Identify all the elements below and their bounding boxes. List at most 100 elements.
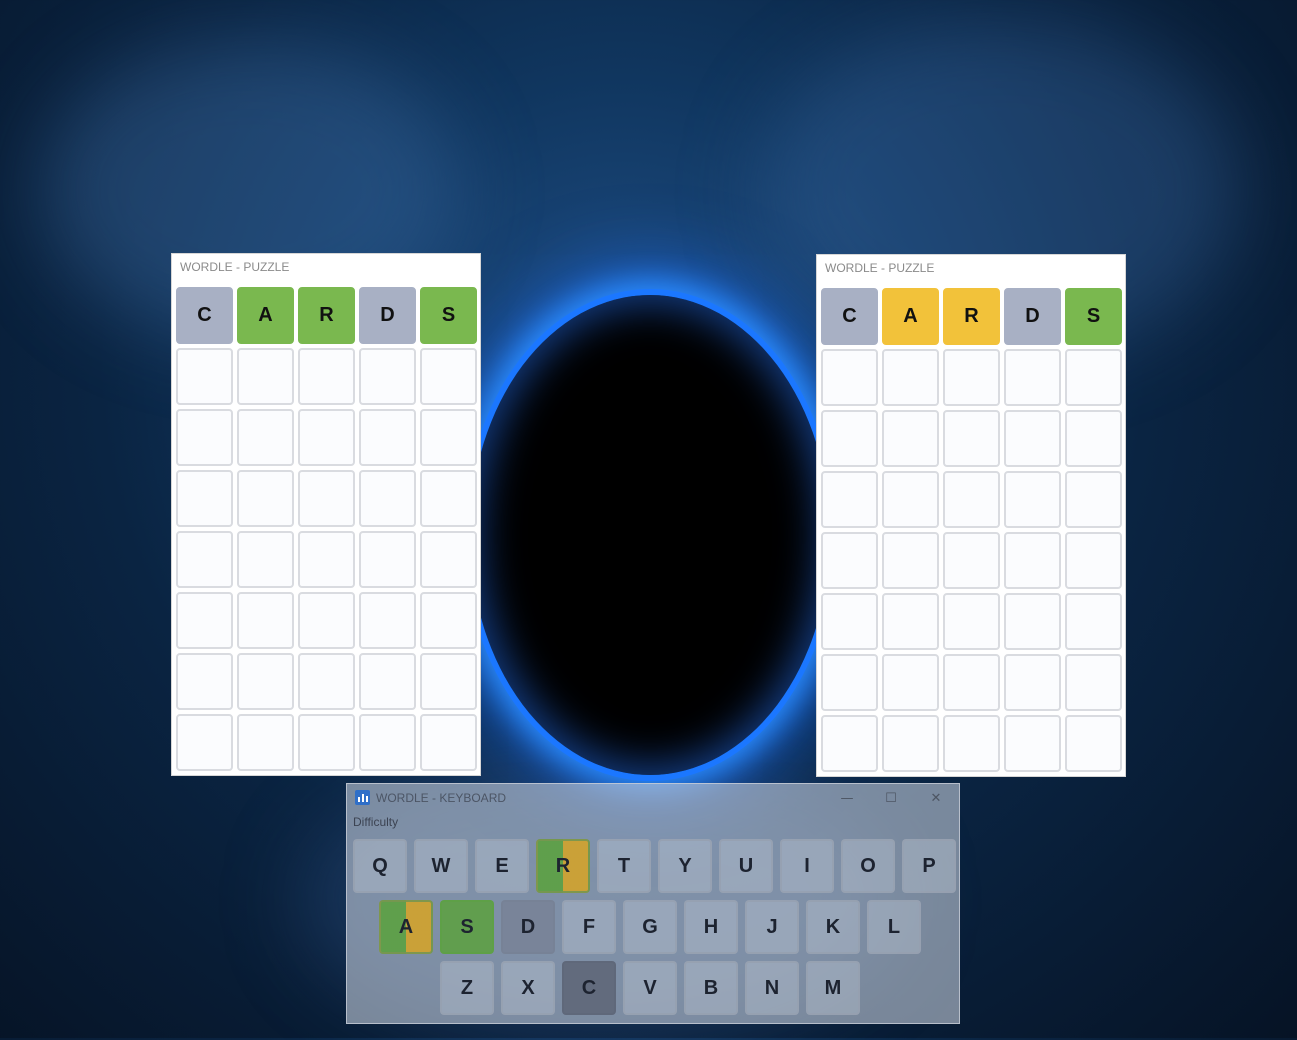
right-puzzle-title: WORDLE - PUZZLE <box>825 261 935 275</box>
empty-tile <box>1004 410 1061 467</box>
key-g[interactable]: G <box>623 900 677 954</box>
key-a[interactable]: A <box>379 900 433 954</box>
empty-tile <box>237 348 294 405</box>
empty-tile <box>237 714 294 771</box>
empty-tile <box>359 592 416 649</box>
close-button[interactable]: ✕ <box>914 786 958 810</box>
key-q[interactable]: Q <box>353 839 407 893</box>
empty-tile <box>176 409 233 466</box>
key-s[interactable]: S <box>440 900 494 954</box>
key-i[interactable]: I <box>780 839 834 893</box>
empty-tile <box>176 470 233 527</box>
empty-tile <box>943 715 1000 772</box>
key-h[interactable]: H <box>684 900 738 954</box>
empty-tile <box>943 532 1000 589</box>
empty-tile <box>298 348 355 405</box>
empty-tile <box>298 531 355 588</box>
empty-tile <box>1065 471 1122 528</box>
energy-portal <box>470 295 830 775</box>
key-v[interactable]: V <box>623 961 677 1015</box>
empty-tile <box>176 592 233 649</box>
key-l[interactable]: L <box>867 900 921 954</box>
empty-tile <box>237 653 294 710</box>
empty-tile <box>359 653 416 710</box>
empty-tile <box>237 592 294 649</box>
empty-tile <box>943 654 1000 711</box>
empty-tile <box>943 349 1000 406</box>
empty-tile <box>359 531 416 588</box>
empty-tile <box>882 349 939 406</box>
key-r[interactable]: R <box>536 839 590 893</box>
empty-tile <box>1004 593 1061 650</box>
empty-tile <box>420 531 477 588</box>
keyboard-titlebar[interactable]: WORDLE - KEYBOARD — ☐ ✕ <box>347 784 959 812</box>
empty-tile <box>420 409 477 466</box>
key-j[interactable]: J <box>745 900 799 954</box>
empty-tile <box>359 714 416 771</box>
empty-tile <box>1004 349 1061 406</box>
empty-tile <box>359 470 416 527</box>
empty-tile <box>176 653 233 710</box>
key-u[interactable]: U <box>719 839 773 893</box>
empty-tile <box>237 409 294 466</box>
empty-tile <box>176 714 233 771</box>
empty-tile <box>1065 593 1122 650</box>
empty-tile <box>176 348 233 405</box>
empty-tile <box>882 532 939 589</box>
empty-tile <box>882 471 939 528</box>
guess-tile: A <box>237 287 294 344</box>
empty-tile <box>298 592 355 649</box>
left-puzzle-grid: CARDS <box>176 287 477 771</box>
key-w[interactable]: W <box>414 839 468 893</box>
key-f[interactable]: F <box>562 900 616 954</box>
key-e[interactable]: E <box>475 839 529 893</box>
guess-tile: C <box>176 287 233 344</box>
empty-tile <box>1065 410 1122 467</box>
empty-tile <box>298 470 355 527</box>
empty-tile <box>1004 532 1061 589</box>
key-n[interactable]: N <box>745 961 799 1015</box>
empty-tile <box>821 349 878 406</box>
empty-tile <box>1065 654 1122 711</box>
difficulty-menu[interactable]: Difficulty <box>353 815 398 829</box>
key-b[interactable]: B <box>684 961 738 1015</box>
empty-tile <box>882 654 939 711</box>
guess-tile: D <box>359 287 416 344</box>
empty-tile <box>420 470 477 527</box>
empty-tile <box>1065 532 1122 589</box>
guess-tile: R <box>943 288 1000 345</box>
key-k[interactable]: K <box>806 900 860 954</box>
minimize-button[interactable]: — <box>825 786 869 810</box>
empty-tile <box>298 409 355 466</box>
empty-tile <box>420 653 477 710</box>
empty-tile <box>821 471 878 528</box>
empty-tile <box>1065 715 1122 772</box>
guess-tile: C <box>821 288 878 345</box>
key-z[interactable]: Z <box>440 961 494 1015</box>
key-m[interactable]: M <box>806 961 860 1015</box>
empty-tile <box>821 410 878 467</box>
keyboard-window: WORDLE - KEYBOARD — ☐ ✕ Difficulty QWERT… <box>346 783 960 1024</box>
guess-tile: A <box>882 288 939 345</box>
empty-tile <box>821 654 878 711</box>
empty-tile <box>298 653 355 710</box>
maximize-button[interactable]: ☐ <box>869 786 913 810</box>
key-o[interactable]: O <box>841 839 895 893</box>
empty-tile <box>882 410 939 467</box>
empty-tile <box>882 715 939 772</box>
empty-tile <box>237 531 294 588</box>
empty-tile <box>359 348 416 405</box>
empty-tile <box>1065 349 1122 406</box>
empty-tile <box>1004 471 1061 528</box>
guess-tile: D <box>1004 288 1061 345</box>
empty-tile <box>943 471 1000 528</box>
key-y[interactable]: Y <box>658 839 712 893</box>
empty-tile <box>943 410 1000 467</box>
key-x[interactable]: X <box>501 961 555 1015</box>
empty-tile <box>882 593 939 650</box>
guess-tile: S <box>1065 288 1122 345</box>
key-p[interactable]: P <box>902 839 956 893</box>
key-c[interactable]: C <box>562 961 616 1015</box>
key-t[interactable]: T <box>597 839 651 893</box>
key-d[interactable]: D <box>501 900 555 954</box>
